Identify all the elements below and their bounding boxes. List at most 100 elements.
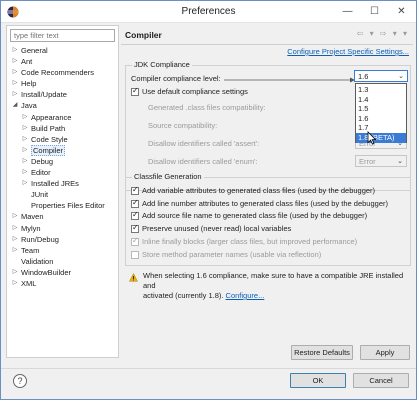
classfile-generation-label: Classfile Generation: [132, 172, 204, 181]
tree-item-label: Validation: [21, 256, 54, 266]
collapsed-arrow-icon[interactable]: ▷: [11, 67, 19, 78]
tree-item[interactable]: ▷ Appearance: [7, 112, 118, 123]
collapsed-arrow-icon[interactable]: ▷: [11, 234, 19, 245]
maximize-button[interactable]: ☐: [361, 1, 388, 22]
tree-item[interactable]: ▷ XML: [7, 278, 118, 289]
collapsed-arrow-icon[interactable]: ▷: [11, 278, 19, 289]
tree-item[interactable]: ▷ Code Style: [7, 134, 118, 145]
collapsed-arrow-icon[interactable]: ▷: [21, 123, 29, 134]
tree-item-label: Help: [21, 79, 37, 89]
collapsed-arrow-icon[interactable]: ▷: [21, 178, 29, 189]
collapsed-arrow-icon[interactable]: ▷: [21, 112, 29, 123]
ok-button[interactable]: OK: [290, 373, 346, 388]
tree-item[interactable]: Properties Files Editor: [7, 200, 118, 211]
tree-item-label: Run/Debug: [21, 234, 59, 244]
collapsed-arrow-icon[interactable]: ▷: [21, 134, 29, 145]
tree-item-label: Ant: [21, 57, 33, 67]
configure-project-settings-link[interactable]: Configure Project Specific Settings...: [287, 47, 409, 56]
assert-identifier-label: Disallow identifiers called 'assert':: [148, 139, 260, 148]
compliance-level-value: 1.6: [358, 72, 369, 81]
close-button[interactable]: ✕: [388, 1, 415, 22]
collapsed-arrow-icon[interactable]: ▷: [11, 223, 19, 234]
tree-item[interactable]: ▷ Compiler: [7, 145, 118, 157]
tree-item[interactable]: ▷ General: [7, 45, 118, 56]
chevron-down-icon: ⌄: [397, 158, 403, 165]
use-default-compliance-checkbox[interactable]: [131, 86, 139, 96]
title-bar: Preferences — ☐ ✕: [1, 1, 416, 23]
collapsed-arrow-icon[interactable]: ▷: [21, 145, 29, 156]
collapsed-arrow-icon[interactable]: ▷: [11, 45, 19, 56]
classfile-option-checkbox[interactable]: [131, 210, 139, 221]
tree-item-label: Compiler: [31, 145, 66, 157]
tree-item[interactable]: ▷ Mylyn: [7, 223, 118, 234]
tree-item[interactable]: Validation: [7, 256, 118, 267]
collapsed-arrow-icon[interactable]: ▷: [21, 167, 29, 178]
classfile-option-checkbox[interactable]: [131, 185, 139, 195]
preference-tree: ▷ General ▷ Ant ▷ Code Recommenders ▷ Help ▷ Inst…: [7, 45, 118, 289]
warning-line-2: activated (currently 1.8). Configure...: [143, 291, 265, 300]
tree-item[interactable]: ▷ Ant: [7, 56, 118, 67]
pointer-arrow-icon: [224, 77, 355, 83]
enum-identifier-value: Error: [359, 157, 376, 166]
preferences-window: Preferences — ☐ ✕ ▷General▷Ant▷Code Reco…: [0, 0, 417, 400]
collapsed-arrow-icon[interactable]: ▷: [11, 267, 19, 278]
collapsed-arrow-icon[interactable]: ▷: [11, 211, 19, 222]
enum-identifier-select[interactable]: Error ⌄: [355, 155, 407, 167]
cancel-button[interactable]: Cancel: [353, 373, 409, 388]
tree-item-label: General: [21, 46, 48, 55]
classfile-option-label: Inline finally blocks (larger class file…: [142, 236, 358, 246]
compliance-level-dropdown: 1.3 1.4 1.5 1.6 1.7 1.8 (BETA): [355, 83, 407, 143]
tree-item-label: XML: [21, 278, 37, 288]
chevron-down-icon: ⌄: [398, 73, 404, 80]
classfile-option-checkbox[interactable]: [131, 236, 139, 246]
filter-input[interactable]: [10, 29, 115, 42]
warning-icon: [129, 273, 138, 282]
classfile-option-checkbox[interactable]: [131, 223, 139, 234]
minimize-button[interactable]: —: [334, 1, 361, 22]
collapsed-arrow-icon[interactable]: ▷: [11, 56, 19, 67]
tree-item[interactable]: ▷ WindowBuilder: [7, 267, 118, 278]
compliance-level-select[interactable]: 1.6 ⌄: [354, 70, 408, 82]
jdk-compliance-label: JDK Compliance: [132, 60, 192, 69]
apply-button[interactable]: Apply: [360, 345, 410, 360]
classfile-option-checkbox[interactable]: [131, 198, 139, 208]
tree-item-label: Mylyn: [21, 223, 41, 233]
tree-item[interactable]: JUnit: [7, 189, 118, 200]
tree-item-label: Editor: [31, 168, 51, 178]
tree-item[interactable]: ▷ Installed JREs: [7, 178, 118, 189]
help-icon[interactable]: ?: [13, 374, 27, 388]
tree-item-label: JUnit: [31, 190, 49, 200]
configure-jre-link[interactable]: Configure...: [226, 291, 265, 300]
tree-item[interactable]: ◢ Java: [7, 100, 118, 111]
tree-item[interactable]: ▷ Debug: [7, 156, 118, 167]
collapsed-arrow-icon[interactable]: ▷: [11, 78, 19, 89]
tree-item[interactable]: ▷ Install/Update: [7, 89, 118, 100]
dropdown-option[interactable]: 1.3: [356, 85, 406, 95]
dropdown-option[interactable]: 1.5: [356, 104, 406, 114]
generated-class-compat-label: Generated .class files compatibility:: [148, 103, 266, 112]
tree-item[interactable]: ▷ Code Recommenders: [7, 67, 118, 78]
classfile-option-label: Preserve unused (never read) local varia…: [142, 224, 292, 234]
dropdown-option[interactable]: 1.6: [356, 114, 406, 124]
restore-defaults-button[interactable]: Restore Defaults: [291, 345, 353, 360]
use-default-compliance-label: Use default compliance settings: [142, 87, 248, 96]
expanded-arrow-icon[interactable]: ◢: [11, 100, 19, 111]
tree-item[interactable]: ▷ Editor: [7, 167, 118, 178]
tree-item[interactable]: ▷ Help: [7, 78, 118, 89]
collapsed-arrow-icon[interactable]: ▷: [11, 89, 19, 100]
title-separator: [121, 44, 413, 45]
dropdown-option[interactable]: 1.7: [356, 123, 406, 133]
tree-item[interactable]: ▷ Team: [7, 245, 118, 256]
dropdown-option[interactable]: 1.4: [356, 95, 406, 105]
tree-item-label: WindowBuilder: [21, 267, 72, 277]
tree-item[interactable]: ▷ Run/Debug: [7, 234, 118, 245]
tree-item[interactable]: ▷ Maven: [7, 211, 118, 222]
collapsed-arrow-icon[interactable]: ▷: [21, 156, 29, 167]
collapsed-arrow-icon[interactable]: ▷: [11, 245, 19, 256]
tree-item[interactable]: ▷ Build Path: [7, 123, 118, 134]
classfile-option-label: Add line number attributes to generated …: [142, 198, 388, 208]
dropdown-option[interactable]: 1.8 (BETA): [356, 133, 406, 143]
classfile-option-checkbox[interactable]: [131, 250, 139, 259]
history-nav-arrows[interactable]: ⇦ ▾ ⇨ ▾ ▾: [357, 29, 409, 38]
classfile-generation-group: Classfile Generation Add variable attrib…: [125, 172, 411, 266]
